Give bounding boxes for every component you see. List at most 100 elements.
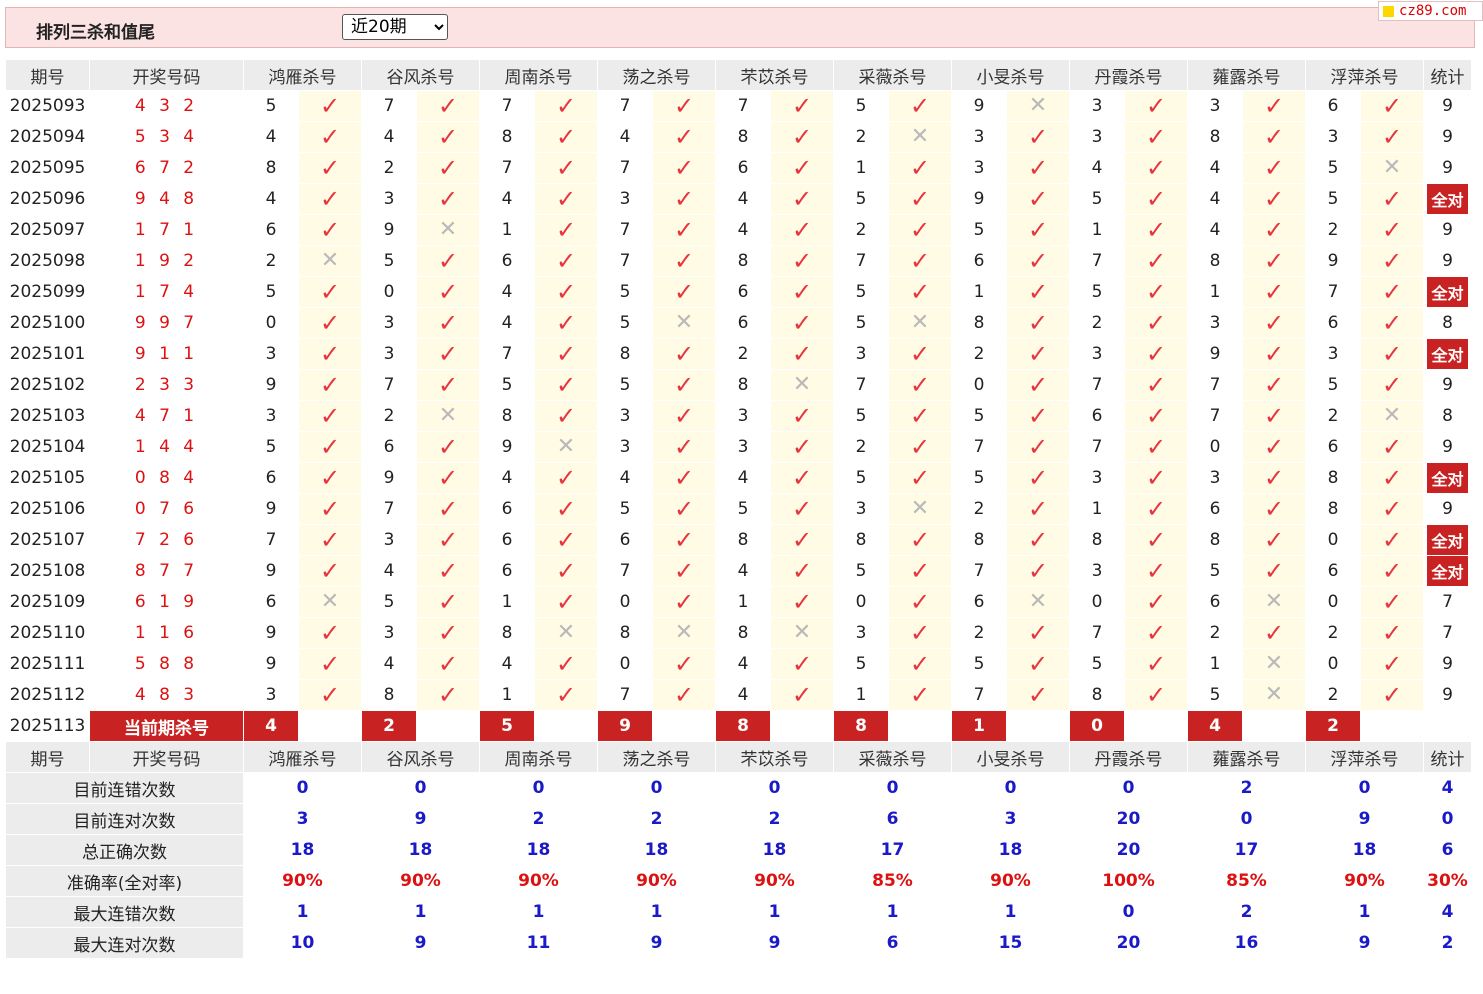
result-cell: ✓ (298, 183, 362, 215)
kill-number-cell: 8 (479, 617, 535, 649)
kill-number-cell: 6 (1305, 555, 1361, 587)
result-cell: ✓ (1006, 245, 1070, 277)
check-icon: ✓ (1263, 277, 1285, 306)
result-cell: ✓ (298, 617, 362, 649)
stat-value: 9 (597, 927, 716, 959)
check-icon: ✓ (673, 463, 695, 492)
kill-number-cell: 5 (1305, 369, 1361, 401)
stat-value: 3 (951, 803, 1070, 835)
result-cell: ✓ (652, 555, 716, 587)
logo-square-icon (1383, 6, 1394, 17)
site-logo[interactable]: cz89.com (1378, 1, 1483, 21)
result-cell: ✓ (298, 462, 362, 494)
table-row: 2025111 5 8 8 9 ✓ 4 ✓ 4 ✓ 0 ✓ 4 ✓ 5 ✓ 5 ✓ 5 ✓ 1 ✕ 0 ✓ 9 (5, 648, 1472, 680)
result-cell: ✓ (652, 462, 716, 494)
result-cell: ✓ (416, 462, 480, 494)
page-title: 排列三杀和值尾 (36, 23, 155, 43)
draw-code-cell: 1 7 1 (89, 214, 244, 246)
check-icon: ✓ (555, 401, 577, 430)
result-cell: ✓ (1124, 90, 1188, 122)
cross-icon: ✕ (556, 434, 576, 459)
kill-number-cell: 2 (833, 431, 889, 463)
current-kill-number: 1 (951, 710, 1007, 742)
stat-value: 0 (1305, 772, 1424, 804)
kill-number-cell: 4 (597, 121, 653, 153)
result-cell: ✓ (1360, 462, 1424, 494)
check-icon: ✓ (437, 494, 459, 523)
issue-cell: 2025095 (5, 152, 90, 184)
kill-number-cell: 0 (361, 276, 417, 308)
kill-number-cell: 6 (1187, 586, 1243, 618)
result-cell: ✓ (1242, 183, 1306, 215)
result-cell: ✓ (416, 276, 480, 308)
result-cell: ✕ (1006, 586, 1070, 618)
kill-number-cell: 4 (1187, 152, 1243, 184)
stat-label: 准确率(全对率) (5, 865, 244, 897)
check-icon: ✓ (1145, 494, 1167, 523)
current-empty-cell (298, 710, 362, 742)
check-icon: ✓ (1145, 370, 1167, 399)
issue-cell: 2025099 (5, 276, 90, 308)
check-icon: ✓ (1381, 122, 1403, 151)
result-cell: ✕ (416, 400, 480, 432)
kill-number-cell: 7 (597, 90, 653, 122)
period-select[interactable]: 近20期 (342, 14, 448, 40)
check-icon: ✓ (791, 277, 813, 306)
kill-number-cell: 5 (361, 586, 417, 618)
check-icon: ✓ (1381, 277, 1403, 306)
check-icon: ✓ (673, 370, 695, 399)
check-icon: ✓ (1263, 246, 1285, 275)
stat-summary: 30% (1423, 865, 1472, 897)
stat-value: 18 (243, 834, 362, 866)
check-icon: ✓ (1381, 184, 1403, 213)
check-icon: ✓ (909, 649, 931, 678)
kill-number-cell: 6 (243, 586, 299, 618)
table-row: 2025103 4 7 1 3 ✓ 2 ✕ 8 ✓ 3 ✓ 3 ✓ 5 ✓ 5 ✓ 6 ✓ 7 ✓ 2 ✕ 8 (5, 400, 1472, 432)
check-icon: ✓ (909, 215, 931, 244)
draw-code-cell: 4 7 1 (89, 400, 244, 432)
check-icon: ✓ (319, 618, 341, 647)
col-code-header: 开奖号码 (89, 741, 244, 773)
kill-number-cell: 5 (1305, 183, 1361, 215)
current-kill-number: 9 (597, 710, 653, 742)
col-expert-header: 鸿雁杀号 (243, 59, 362, 91)
check-icon: ✓ (1145, 339, 1167, 368)
kill-number-cell: 2 (1187, 617, 1243, 649)
check-icon: ✓ (1263, 184, 1285, 213)
table-row: 2025097 1 7 1 6 ✓ 9 ✕ 1 ✓ 7 ✓ 4 ✓ 2 ✓ 5 ✓ 1 ✓ 4 ✓ 2 ✓ 9 (5, 214, 1472, 246)
table-row: 2025110 1 1 6 9 ✓ 3 ✓ 8 ✕ 8 ✕ 8 ✕ 3 ✓ 2 ✓ 7 ✓ 2 ✓ 2 ✓ 7 (5, 617, 1472, 649)
kill-number-cell: 0 (1187, 431, 1243, 463)
result-cell: ✓ (534, 524, 598, 556)
stat-value: 0 (1187, 803, 1306, 835)
col-stat-header: 统计 (1423, 59, 1472, 91)
stat-cell: 9 (1423, 152, 1472, 184)
kill-number-cell: 7 (1069, 617, 1125, 649)
check-icon: ✓ (909, 618, 931, 647)
check-icon: ✓ (437, 184, 459, 213)
result-cell: ✓ (1360, 679, 1424, 711)
issue-cell: 2025093 (5, 90, 90, 122)
kill-number-cell: 9 (243, 369, 299, 401)
stat-value: 2 (715, 803, 834, 835)
result-cell: ✓ (1242, 493, 1306, 525)
result-cell: ✓ (1006, 338, 1070, 370)
check-icon: ✓ (555, 525, 577, 554)
draw-code-cell: 8 7 7 (89, 555, 244, 587)
result-cell: ✓ (534, 183, 598, 215)
result-cell: ✓ (652, 493, 716, 525)
stat-cell: 9 (1423, 245, 1472, 277)
kill-number-cell: 3 (243, 679, 299, 711)
kill-number-cell: 2 (715, 338, 771, 370)
stat-value: 20 (1069, 927, 1188, 959)
kill-number-cell: 3 (243, 338, 299, 370)
kill-number-cell: 8 (715, 245, 771, 277)
result-cell: ✓ (298, 524, 362, 556)
all-correct-badge: 全对 (1427, 339, 1468, 369)
issue-cell: 2025104 (5, 431, 90, 463)
kill-number-cell: 5 (479, 369, 535, 401)
kill-number-cell: 0 (1305, 648, 1361, 680)
result-cell: ✓ (534, 307, 598, 339)
kill-number-cell: 8 (1069, 524, 1125, 556)
result-cell: ✓ (416, 307, 480, 339)
check-icon: ✓ (909, 277, 931, 306)
